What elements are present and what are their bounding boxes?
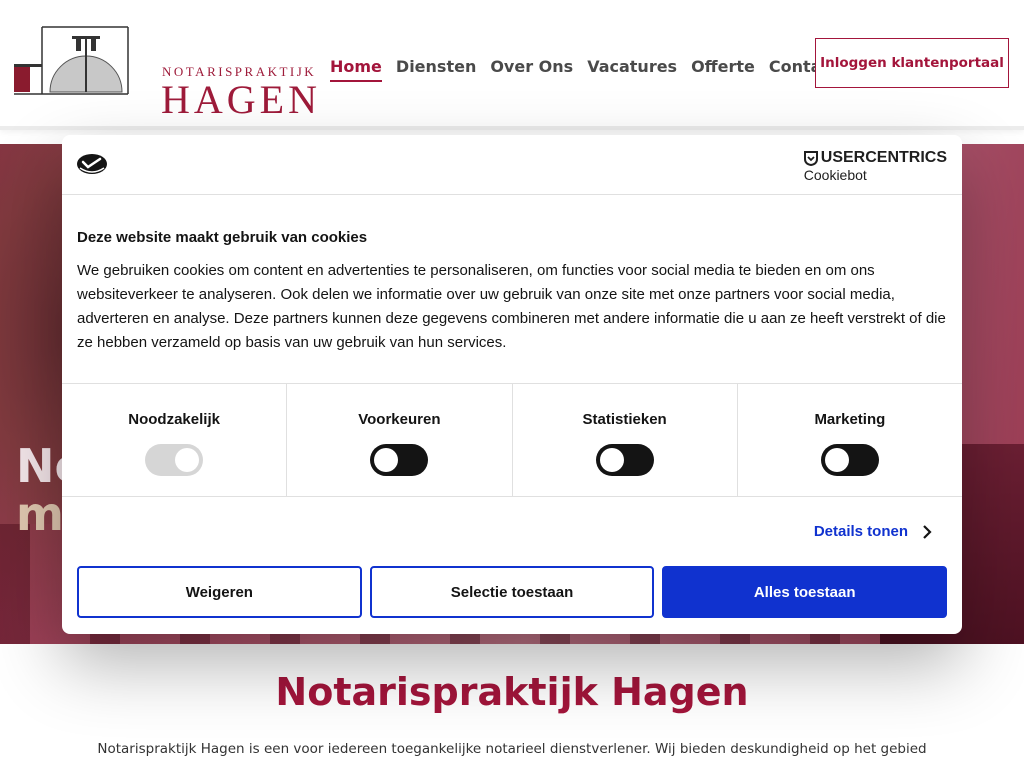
allow-selection-button[interactable]: Selectie toestaan xyxy=(369,566,655,618)
chevron-right-icon xyxy=(923,524,932,539)
category-label: Noodzakelijk xyxy=(128,411,220,428)
nav-vacatures[interactable]: Vacatures xyxy=(587,57,677,82)
cookie-consent-dialog: USERCENTRICS Cookiebot Deze website maak… xyxy=(62,135,962,634)
cookiebot-name: Cookiebot xyxy=(803,167,867,183)
site-logo[interactable]: NOTARISPRAKTIJK HAGEN xyxy=(14,24,317,120)
site-header: NOTARISPRAKTIJK HAGEN Home Diensten Over… xyxy=(0,0,1024,130)
main-nav: Home Diensten Over Ons Vacatures Offerte… xyxy=(330,57,839,82)
cookie-dialog-title: Deze website maakt gebruik van cookies xyxy=(77,229,368,246)
category-statistieken: Statistieken xyxy=(513,384,738,496)
statistieken-toggle[interactable] xyxy=(595,444,654,476)
cookie-dialog-header: USERCENTRICS Cookiebot xyxy=(62,135,962,195)
cookie-actions: Weigeren Selectie toestaan Alles toestaa… xyxy=(77,566,948,618)
allow-all-button[interactable]: Alles toestaan xyxy=(662,566,948,618)
cookie-dialog-text: We gebruiken cookies om content en adver… xyxy=(77,262,946,351)
logo-emblem-icon xyxy=(14,26,129,95)
category-voorkeuren: Voorkeuren xyxy=(287,384,513,496)
noodzakelijk-toggle xyxy=(145,444,204,476)
marketing-toggle[interactable] xyxy=(820,444,879,476)
nav-over-ons[interactable]: Over Ons xyxy=(490,57,573,82)
voorkeuren-toggle[interactable] xyxy=(370,444,429,476)
usercentrics-brand[interactable]: USERCENTRICS Cookiebot xyxy=(803,149,947,183)
client-portal-login-button[interactable]: Inloggen klantenportaal xyxy=(815,38,1009,88)
cookiebot-logo-icon xyxy=(77,154,107,174)
decline-button[interactable]: Weigeren xyxy=(77,566,362,618)
cookie-dialog-body: Deze website maakt gebruik van cookies W… xyxy=(77,229,947,355)
category-marketing: Marketing xyxy=(738,384,962,496)
usercentrics-name: USERCENTRICS xyxy=(820,149,947,166)
intro-text: Notarispraktijk Hagen is een voor iedere… xyxy=(97,741,927,757)
category-noodzakelijk: Noodzakelijk xyxy=(62,384,288,496)
usercentrics-shield-icon xyxy=(803,150,818,166)
nav-offerte[interactable]: Offerte xyxy=(691,57,755,82)
logo-title: HAGEN xyxy=(161,77,321,122)
intro-title: Notarispraktijk Hagen xyxy=(275,670,749,714)
category-label: Marketing xyxy=(814,411,886,428)
cookie-categories: Noodzakelijk Voorkeuren Statistieken Mar… xyxy=(62,383,962,497)
category-label: Voorkeuren xyxy=(358,411,441,428)
details-toggle-link[interactable]: Details tonen xyxy=(814,523,934,540)
nav-home[interactable]: Home xyxy=(330,57,382,82)
category-label: Statistieken xyxy=(582,411,667,428)
details-link-label: Details tonen xyxy=(813,523,908,540)
nav-diensten[interactable]: Diensten xyxy=(396,57,476,82)
